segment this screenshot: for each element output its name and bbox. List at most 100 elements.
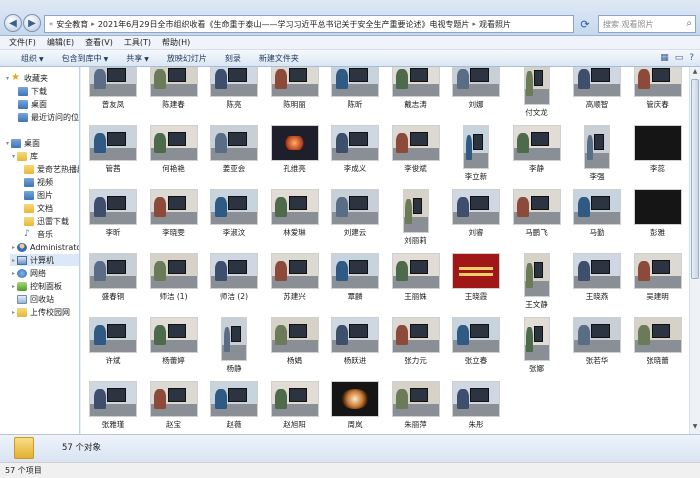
scrollbar-thumb[interactable] (691, 79, 699, 279)
file-item[interactable]: 李淑汶 (208, 189, 260, 249)
address-bar[interactable]: « 安全教育 ▸ 2021年6月29日全市组织收看《生命重于泰山——学习习近平总… (44, 15, 574, 33)
file-item[interactable]: 李蕊 (632, 125, 684, 185)
breadcrumb-item[interactable]: 2021年6月29日全市组织收看《生命重于泰山——学习习近平总书记关于安全生产重… (98, 19, 470, 30)
file-item[interactable]: 朱彤 (450, 381, 502, 434)
nav-administrator[interactable]: ▸ Administrator (10, 241, 79, 253)
file-item[interactable]: 刘睿 (450, 189, 502, 249)
burn-button[interactable]: 刻录 (216, 53, 250, 64)
help-icon[interactable]: ? (689, 53, 694, 63)
file-item[interactable]: 师洁 (2) (208, 253, 260, 313)
new-folder-button[interactable]: 新建文件夹 (250, 53, 308, 64)
file-item[interactable]: 马鹏飞 (511, 189, 563, 249)
file-item[interactable]: 陈明丽 (269, 67, 321, 121)
file-item[interactable]: 杨蕾婷 (148, 317, 200, 377)
file-item[interactable]: 张雅瑾 (87, 381, 139, 434)
menu-file[interactable]: 文件(F) (9, 37, 36, 48)
view-options-icon[interactable]: ▦ (660, 53, 669, 63)
file-item[interactable]: 朱丽萍 (390, 381, 442, 434)
nav-lib-xunlei[interactable]: 迅雷下载 (24, 215, 79, 227)
file-item[interactable]: 赵宝 (148, 381, 200, 434)
nav-control-panel[interactable]: ▸ 控制面板 (10, 280, 79, 292)
nav-desktop[interactable]: ▾ 桌面 (4, 137, 79, 149)
nav-campus-upload[interactable]: ▸ 上传校园网 (10, 306, 79, 318)
file-item[interactable]: 付文龙 (511, 67, 563, 121)
file-item[interactable]: 李俊斌 (390, 125, 442, 185)
file-item[interactable]: 何艳艳 (148, 125, 200, 185)
file-item[interactable]: 马勤 (571, 189, 623, 249)
file-item[interactable]: 吴建明 (632, 253, 684, 313)
file-item[interactable]: 李昕 (87, 189, 139, 249)
file-item[interactable]: 许斌 (87, 317, 139, 377)
file-item[interactable]: 彭雅 (632, 189, 684, 249)
file-item[interactable]: 张娜 (511, 317, 563, 377)
file-item[interactable]: 杨跃进 (329, 317, 381, 377)
file-item[interactable]: 李立新 (450, 125, 502, 185)
file-item[interactable]: 覃麟 (329, 253, 381, 313)
collapse-arrow-icon[interactable]: ▾ (4, 75, 11, 82)
file-item[interactable]: 陈亮 (208, 67, 260, 121)
file-item[interactable]: 曾友凤 (87, 67, 139, 121)
file-item[interactable]: 李晓雯 (148, 189, 200, 249)
file-item[interactable]: 王晓霞 (450, 253, 502, 313)
nav-favorites[interactable]: ▾ ★ 收藏夹 (4, 72, 79, 84)
file-item[interactable]: 陈建春 (148, 67, 200, 121)
breadcrumb-item[interactable]: 安全教育 (56, 19, 88, 30)
file-item[interactable]: 李静 (511, 125, 563, 185)
expand-arrow-icon[interactable]: ▸ (10, 244, 17, 251)
file-item[interactable]: 孔维亮 (269, 125, 321, 185)
expand-arrow-icon[interactable]: ▸ (10, 309, 17, 316)
nav-recycle-bin[interactable]: 回收站 (17, 293, 79, 305)
organize-button[interactable]: 组织 ▼ (12, 53, 53, 64)
preview-pane-icon[interactable]: ▭ (675, 53, 684, 63)
file-item[interactable]: 张立春 (450, 317, 502, 377)
share-button[interactable]: 共享 ▼ (117, 53, 158, 64)
nav-lib-documents[interactable]: 文档 (24, 202, 79, 214)
file-item[interactable]: 戴志涛 (390, 67, 442, 121)
collapse-arrow-icon[interactable]: ▾ (10, 153, 17, 160)
file-item[interactable]: 赵薇 (208, 381, 260, 434)
file-item[interactable]: 刘建云 (329, 189, 381, 249)
menu-edit[interactable]: 编辑(E) (47, 37, 74, 48)
file-item[interactable]: 刘丽莉 (390, 189, 442, 249)
expand-arrow-icon[interactable]: ▸ (10, 270, 17, 277)
file-item[interactable]: 管庆春 (632, 67, 684, 121)
file-item[interactable]: 王晓燕 (571, 253, 623, 313)
file-item[interactable]: 陈昕 (329, 67, 381, 121)
nav-recent-places[interactable]: 最近访问的位置 (18, 111, 79, 123)
nav-computer[interactable]: ▸ 计算机 (10, 254, 79, 266)
file-item[interactable]: 姜亚会 (208, 125, 260, 185)
file-item[interactable]: 师洁 (1) (148, 253, 200, 313)
expand-arrow-icon[interactable]: ▸ (10, 257, 17, 264)
breadcrumb-item[interactable]: 观看照片 (479, 19, 511, 30)
back-button[interactable]: ◀ (4, 14, 22, 32)
file-item[interactable]: 张力元 (390, 317, 442, 377)
nav-lib-iqiyi[interactable]: 爱奇艺热播剧 (24, 163, 79, 175)
nav-library[interactable]: ▾ 库 (10, 150, 79, 162)
expand-arrow-icon[interactable]: ▸ (10, 283, 17, 290)
collapse-arrow-icon[interactable]: ▾ (4, 140, 11, 147)
file-item[interactable]: 王丽姝 (390, 253, 442, 313)
nav-downloads[interactable]: 下载 (18, 85, 79, 97)
menu-view[interactable]: 查看(V) (85, 37, 113, 48)
nav-network[interactable]: ▸ 网络 (10, 267, 79, 279)
file-item[interactable]: 盛春铜 (87, 253, 139, 313)
scroll-up-icon[interactable]: ▲ (691, 68, 699, 78)
file-item[interactable]: 杨娟 (269, 317, 321, 377)
file-item[interactable]: 赵旭阳 (269, 381, 321, 434)
file-item[interactable]: 苏建兴 (269, 253, 321, 313)
nav-lib-videos[interactable]: 视频 (24, 176, 79, 188)
file-item[interactable]: 王文静 (511, 253, 563, 313)
vertical-scrollbar[interactable]: ▲ ▼ (689, 67, 700, 434)
file-item[interactable]: 张若华 (571, 317, 623, 377)
nav-desktop-fav[interactable]: 桌面 (18, 98, 79, 110)
menu-help[interactable]: 帮助(H) (162, 37, 190, 48)
file-item[interactable]: 刘娜 (450, 67, 502, 121)
file-item[interactable]: 管茜 (87, 125, 139, 185)
include-in-library-button[interactable]: 包含到库中 ▼ (53, 53, 118, 64)
file-item[interactable]: 周岚 (329, 381, 381, 434)
nav-lib-music[interactable]: ♪ 音乐 (24, 228, 79, 240)
refresh-icon[interactable]: ⟳ (576, 15, 594, 33)
forward-button[interactable]: ▶ (23, 14, 41, 32)
slideshow-button[interactable]: 放映幻灯片 (158, 53, 216, 64)
menu-tools[interactable]: 工具(T) (124, 37, 151, 48)
